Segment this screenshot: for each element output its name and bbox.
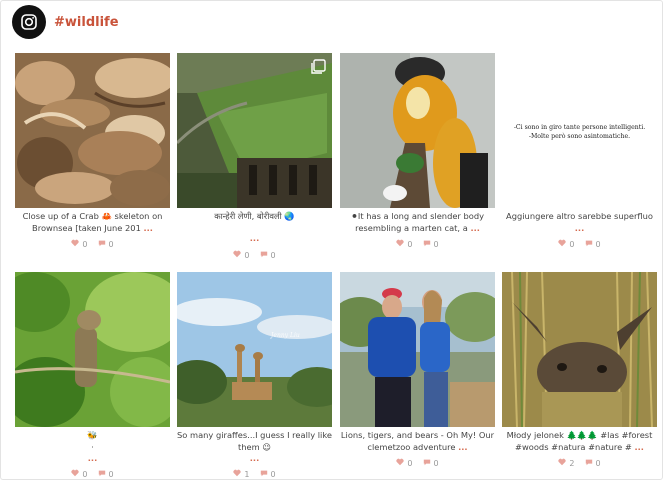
post-stats: 0 0 [340, 458, 495, 468]
post-image-crab[interactable] [15, 53, 170, 208]
comment-icon [260, 250, 268, 260]
post-image-marten[interactable] [340, 53, 495, 208]
likes-count: 0 [407, 239, 413, 249]
read-more-link[interactable]: ... [250, 233, 259, 243]
post-caption: Aggiungere altro sarebbe superfluo ... [506, 211, 653, 233]
post-stats: 1 0 [177, 469, 332, 479]
read-more-link[interactable]: ... [470, 223, 479, 233]
post-image-zoo-couple[interactable] [340, 272, 495, 427]
heart-icon [396, 239, 405, 249]
read-more-link[interactable]: ... [575, 223, 584, 233]
likes-count: 0 [407, 458, 413, 468]
post-stats: 0 0 [340, 239, 495, 249]
post-image-giraffes[interactable]: Jenny Liu [177, 272, 332, 427]
comments-count: 0 [433, 458, 439, 468]
likes-count: 0 [569, 239, 575, 249]
post-image-lizard[interactable] [15, 272, 170, 427]
post-caption: कान्हेरी लेणी, बोरीवली 🌏 ... [214, 211, 295, 243]
heart-icon [71, 469, 80, 479]
post-caption: Close up of a Crab 🦀 skeleton on Brownse… [22, 211, 163, 233]
post-stats: 2 0 [502, 458, 657, 468]
heart-icon [558, 458, 567, 468]
post-image-quote[interactable]: -Ci sono in giro tante persone intellige… [502, 53, 657, 208]
likes-count: 2 [569, 458, 575, 468]
likes-count: 0 [244, 250, 250, 260]
comment-icon [98, 239, 106, 249]
heart-icon [396, 458, 405, 468]
read-more-link[interactable]: ... [144, 223, 153, 233]
heart-icon [233, 469, 242, 479]
post-caption: So many giraffes...I guess I really like… [177, 430, 332, 463]
likes-count: 1 [244, 469, 250, 479]
post-caption: Lions, tigers, and bears - Oh My! Our cl… [340, 430, 495, 452]
post-caption: Młody jelonek 🌲🌲🌲 #las #forest #woods #n… [506, 430, 653, 452]
read-more-link[interactable]: ... [634, 442, 643, 452]
likes-count: 0 [82, 469, 88, 479]
comments-count: 0 [270, 469, 276, 479]
post-image-deer[interactable] [502, 272, 657, 427]
likes-count: 0 [82, 239, 88, 249]
post-stats: 0 0 [15, 239, 170, 249]
read-more-link[interactable]: ... [458, 442, 467, 452]
comments-count: 0 [595, 458, 601, 468]
comment-icon [423, 239, 431, 249]
post-stats: 0 0 [502, 239, 657, 249]
read-more-link[interactable]: ... [250, 453, 259, 463]
heart-icon [71, 239, 80, 249]
quote-line-2: -Molte però sono asintomatiche. [528, 133, 631, 140]
comments-count: 0 [595, 239, 601, 249]
comments-count: 0 [108, 469, 114, 479]
quote-line-1: -Ci sono in giro tante persone intellige… [513, 124, 646, 131]
comments-count: 0 [108, 239, 114, 249]
post-stats: 0 0 [15, 469, 170, 479]
instagram-feed-widget: #wildlife Close up of a Crab 🦀 skeleton … [0, 0, 663, 480]
post-image-caves[interactable] [177, 53, 332, 208]
post-caption: 🐝 · ... [87, 430, 98, 463]
post-caption: ⚫It has a long and slender body resembli… [350, 211, 485, 233]
comments-count: 0 [270, 250, 276, 260]
heart-icon [558, 239, 567, 249]
read-more-link[interactable]: ... [88, 453, 97, 463]
heart-icon [233, 250, 242, 260]
feed-header: #wildlife [12, 5, 119, 39]
comments-count: 0 [433, 239, 439, 249]
comment-icon [423, 458, 431, 468]
instagram-icon[interactable] [12, 5, 46, 39]
comment-icon [260, 469, 268, 479]
photo-watermark: Jenny Liu [271, 332, 300, 339]
comment-icon [98, 469, 106, 479]
hashtag-title[interactable]: #wildlife [54, 15, 119, 30]
comment-icon [585, 458, 593, 468]
post-stats: 0 0 [177, 250, 332, 260]
multiple-images-icon [310, 59, 326, 75]
comment-icon [585, 239, 593, 249]
